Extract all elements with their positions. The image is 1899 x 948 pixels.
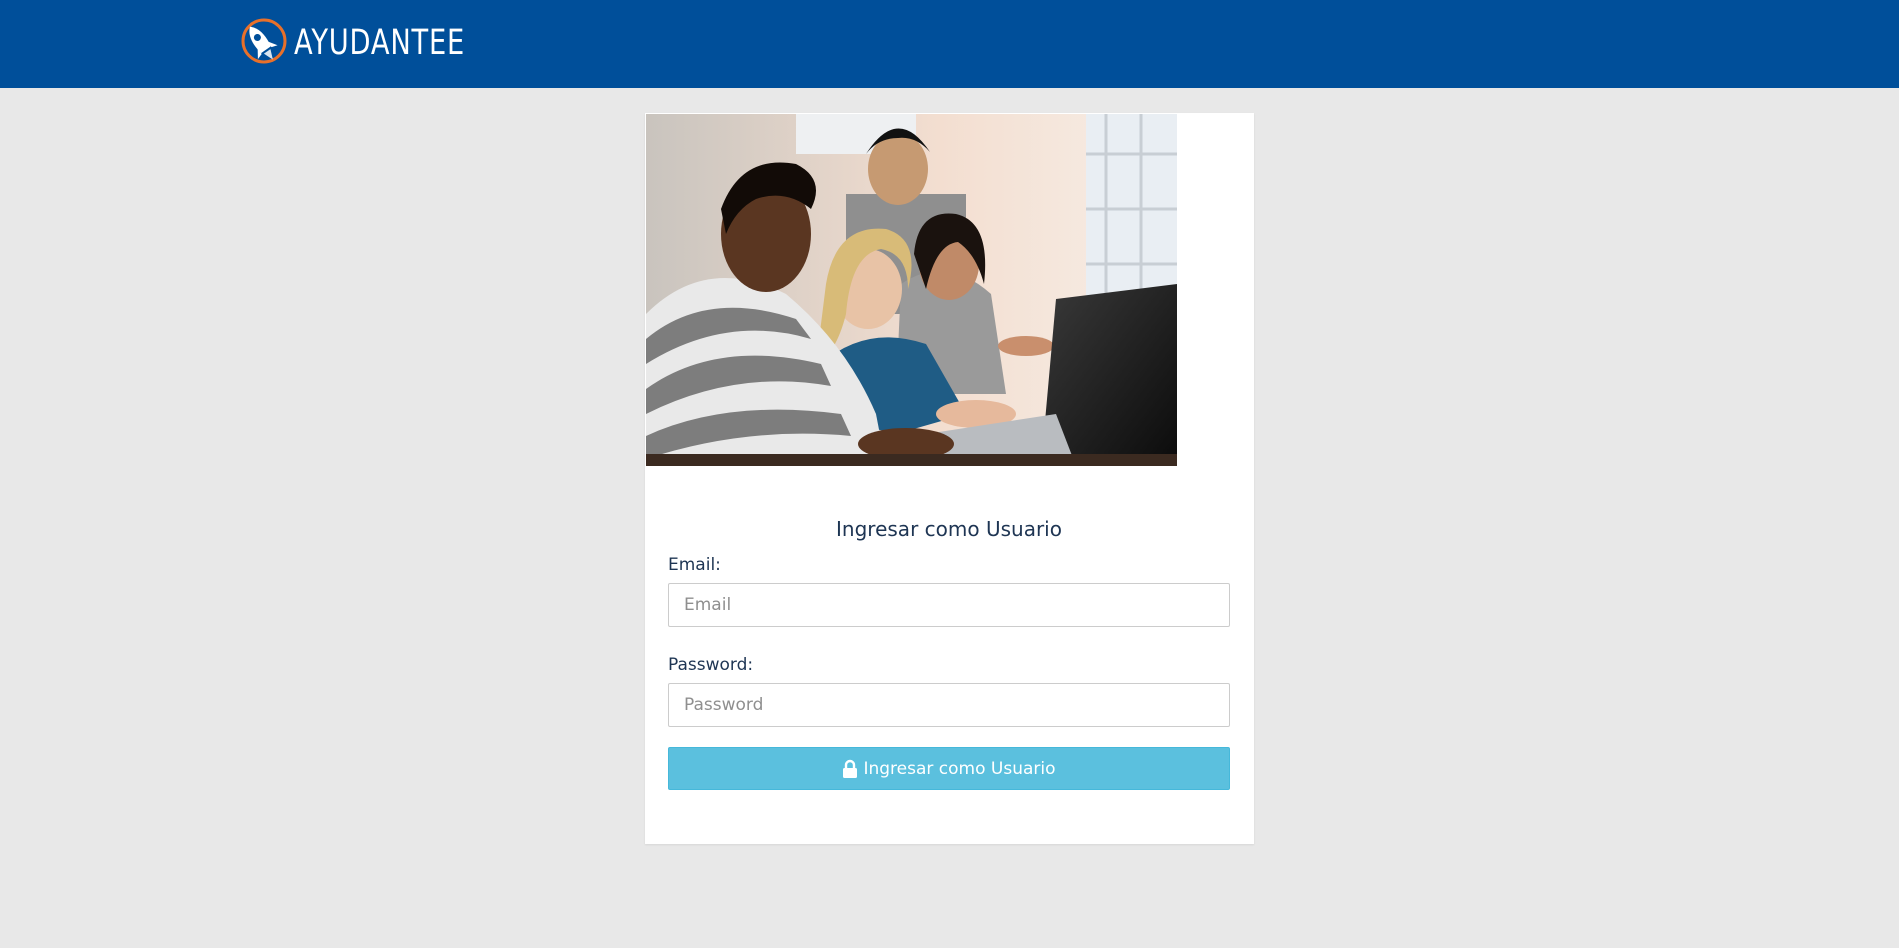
brand-logo-link[interactable]: AYUDANTEE [236, 17, 513, 69]
login-submit-button[interactable]: Ingresar como Usuario [668, 747, 1230, 790]
email-label: Email: [668, 555, 721, 575]
login-submit-label: Ingresar como Usuario [863, 758, 1056, 779]
email-field[interactable] [668, 583, 1230, 627]
top-navbar: AYUDANTEE [0, 0, 1899, 88]
password-label: Password: [668, 655, 754, 675]
rocket-icon [241, 18, 287, 64]
login-title: Ingresar como Usuario [836, 517, 1062, 541]
password-field[interactable] [668, 683, 1230, 727]
lock-icon [843, 759, 858, 778]
login-form: Ingresar como Usuario Email: Password: I… [668, 509, 1230, 790]
login-card: Ingresar como Usuario Email: Password: I… [645, 113, 1254, 844]
hero-photo [646, 114, 1177, 466]
brand-name: AYUDANTEE [294, 23, 466, 63]
